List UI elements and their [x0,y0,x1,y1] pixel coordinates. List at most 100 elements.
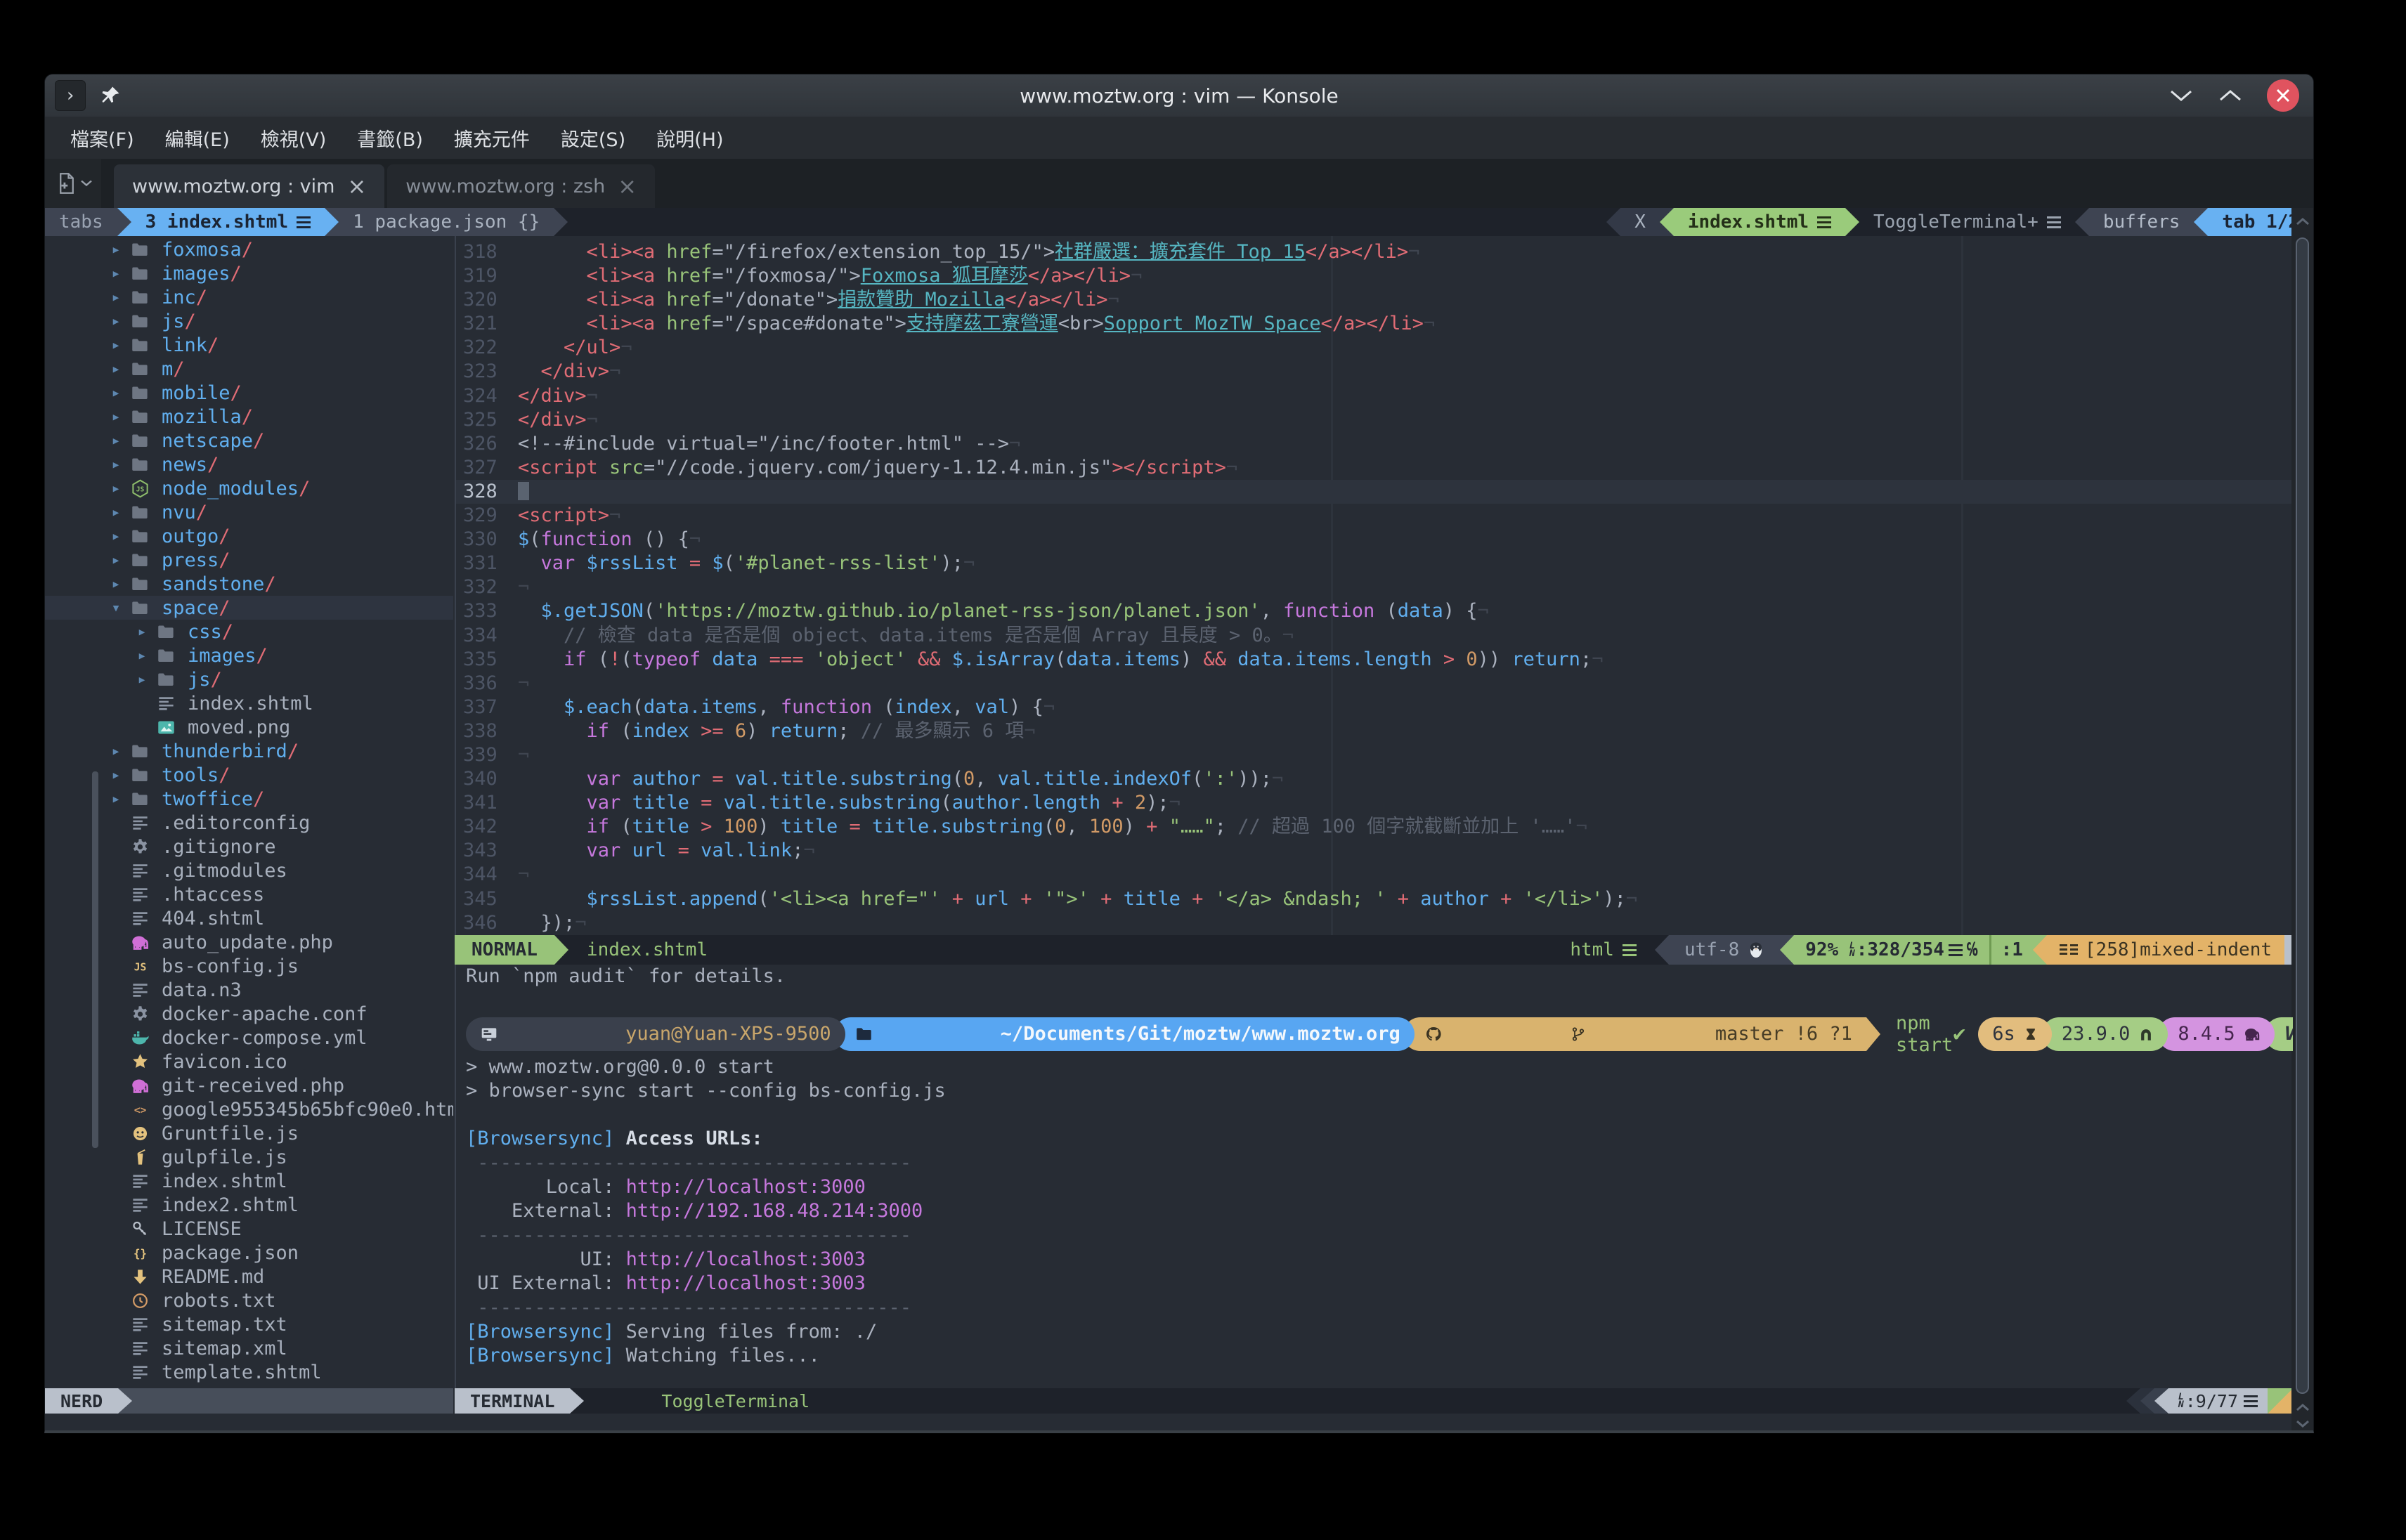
tree-item-data.n3[interactable]: data.n3 [45,978,453,1002]
tree-item-twoffice[interactable]: ▸twoffice/ [45,787,453,811]
tree-item-foxmosa[interactable]: ▸foxmosa/ [45,237,453,261]
chevron-right-icon[interactable]: ▸ [101,289,131,306]
chevron-right-icon[interactable]: ▸ [101,504,131,521]
chevron-right-icon[interactable]: ▸ [101,384,131,402]
tab-vim[interactable]: www.moztw.org : vim × [114,164,384,208]
tree-item-moved.png[interactable]: moved.png [45,715,453,739]
url-link[interactable]: http://192.168.48.214:3000 [626,1200,923,1222]
chevron-right-icon[interactable]: ▸ [101,766,131,784]
new-tab-button[interactable] [45,159,101,208]
tree-item-sitemap.txt[interactable]: sitemap.txt [45,1312,453,1336]
tree-item-mozilla[interactable]: ▸mozilla/ [45,405,453,429]
tree-item-package.json[interactable]: {}package.json [45,1241,453,1265]
chevron-right-icon[interactable]: ▸ [127,623,157,641]
tree-item-.editorconfig[interactable]: .editorconfig [45,811,453,835]
chevron-right-icon[interactable]: ▸ [101,408,131,426]
tree-item-Gruntfile.js[interactable]: Gruntfile.js [45,1121,453,1145]
scroll-up-icon[interactable] [2291,212,2313,230]
tree-item-index.shtml[interactable]: index.shtml [45,691,453,715]
tree-item-gulpfile.js[interactable]: gulpfile.js [45,1145,453,1169]
tree-item-robots.txt[interactable]: robots.txt [45,1288,453,1312]
chevron-right-icon[interactable]: ▸ [101,456,131,474]
tree-item-thunderbird[interactable]: ▸thunderbird/ [45,739,453,763]
tree-item-google955345b65bfc90e0.htm[interactable]: <>google955345b65bfc90e0.htm [45,1097,453,1121]
tree-item-inc[interactable]: ▸inc/ [45,285,453,309]
chevron-right-icon[interactable]: ▸ [101,265,131,282]
toggle-terminal-buffer[interactable]: ToggleTerminal+ [1859,208,2075,236]
menu-item[interactable]: 擴充元件 [438,124,545,152]
tree-item-favicon.ico[interactable]: favicon.ico [45,1050,453,1074]
menu-item[interactable]: 書籤(B) [342,124,438,152]
url-link[interactable]: http://localhost:3000 [626,1176,866,1198]
tree-item-index.shtml[interactable]: index.shtml [45,1169,453,1193]
tab-close-icon[interactable]: × [618,176,637,197]
tree-item-template.shtml[interactable]: template.shtml [45,1360,453,1384]
tab-zsh[interactable]: www.moztw.org : zsh × [387,164,655,208]
tree-item-m[interactable]: ▸m/ [45,357,453,381]
chevron-right-icon[interactable]: ▸ [101,575,131,593]
scroll-up-icon[interactable] [2291,1398,2313,1416]
chevron-right-icon[interactable]: ▸ [101,241,131,259]
chevron-right-icon[interactable]: ▸ [101,432,131,450]
chevron-right-icon[interactable]: ▸ [101,480,131,497]
menu-item[interactable]: 設定(S) [545,124,641,152]
active-buffer-label[interactable]: index.shtml [1674,208,1845,236]
chevron-right-icon[interactable]: ▸ [127,647,157,665]
menu-item[interactable]: 編輯(E) [150,124,245,152]
chevron-right-icon[interactable]: ▸ [101,743,131,760]
tree-item-.htaccess[interactable]: .htaccess [45,882,453,906]
tab-close-icon[interactable]: × [347,176,366,197]
tree-item-docker-compose.yml[interactable]: docker-compose.yml [45,1026,453,1050]
chevron-right-icon[interactable]: ▸ [101,360,131,378]
maximize-button[interactable] [2218,88,2243,103]
tree-item-images[interactable]: ▸images/ [45,644,453,667]
tree-item-tools[interactable]: ▸tools/ [45,763,453,787]
tree-item-netscape[interactable]: ▸netscape/ [45,429,453,452]
chevron-down-icon[interactable]: ▾ [101,599,131,617]
tree-item-404.shtml[interactable]: 404.shtml [45,906,453,930]
tree-item-js[interactable]: ▸js/ [45,309,453,333]
menu-item[interactable]: 說明(H) [641,124,739,152]
tree-item-link[interactable]: ▸link/ [45,333,453,357]
tree-item-index2.shtml[interactable]: index2.shtml [45,1193,453,1217]
close-button[interactable] [2267,79,2299,112]
chevron-right-icon[interactable]: ▸ [101,552,131,569]
chevron-right-icon[interactable]: ▸ [101,313,131,330]
menu-item[interactable]: 檢視(V) [245,124,342,152]
tree-item-LICENSE[interactable]: LICENSE [45,1217,453,1241]
minimize-button[interactable] [2168,88,2194,103]
menu-item[interactable]: 檔案(F) [55,124,150,152]
tree-item-git-received.php[interactable]: git-received.php [45,1074,453,1097]
tree-item-sandstone[interactable]: ▸sandstone/ [45,572,453,596]
scroll-down-icon[interactable] [2291,1415,2313,1433]
tree-item-space[interactable]: ▾space/ [45,596,453,620]
tree-item-.gitmodules[interactable]: .gitmodules [45,859,453,882]
terminal-panel[interactable]: Run `npm audit` for details. yuan@Yuan-X… [456,965,2293,1388]
tree-item-css[interactable]: ▸css/ [45,620,453,644]
buffer-tab-package[interactable]: 1 package.json {} [339,208,554,236]
scrollbar-thumb[interactable] [2296,237,2309,1394]
scrollbar[interactable] [2291,208,2313,1431]
tree-item-bs-config.js[interactable]: JSbs-config.js [45,954,453,978]
chevron-right-icon[interactable]: ▸ [101,790,131,808]
url-link[interactable]: http://localhost:3003 [626,1248,866,1270]
chevron-right-icon[interactable]: ▸ [101,528,131,545]
tree-item-press[interactable]: ▸press/ [45,548,453,572]
buffer-tab-index[interactable]: 3 index.shtml [131,208,325,236]
tree-item-.gitignore[interactable]: .gitignore [45,835,453,859]
tree-item-docker-apache.conf[interactable]: docker-apache.conf [45,1002,453,1026]
tree-item-README.md[interactable]: README.md [45,1265,453,1288]
tree-item-auto_update.php[interactable]: auto_update.php [45,930,453,954]
chevron-right-icon[interactable]: ▸ [127,671,157,689]
nerdtree-scrollbar[interactable] [92,771,98,1148]
tree-item-node_modules[interactable]: ▸JSnode_modules/ [45,476,453,500]
url-link[interactable]: http://localhost:3003 [626,1272,866,1294]
close-buffer-button[interactable]: X [1620,208,1660,236]
nerdtree-panel[interactable]: ▸foxmosa/▸images/▸inc/▸js/▸link/▸m/▸mobi… [45,236,453,1388]
code-editor[interactable]: 318 <li><a href="/firefox/extension_top_… [456,236,2293,935]
tree-item-news[interactable]: ▸news/ [45,452,453,476]
tree-item-outgo[interactable]: ▸outgo/ [45,524,453,548]
tree-item-images[interactable]: ▸images/ [45,261,453,285]
tree-item-sitemap.xml[interactable]: sitemap.xml [45,1336,453,1360]
tree-item-mobile[interactable]: ▸mobile/ [45,381,453,405]
